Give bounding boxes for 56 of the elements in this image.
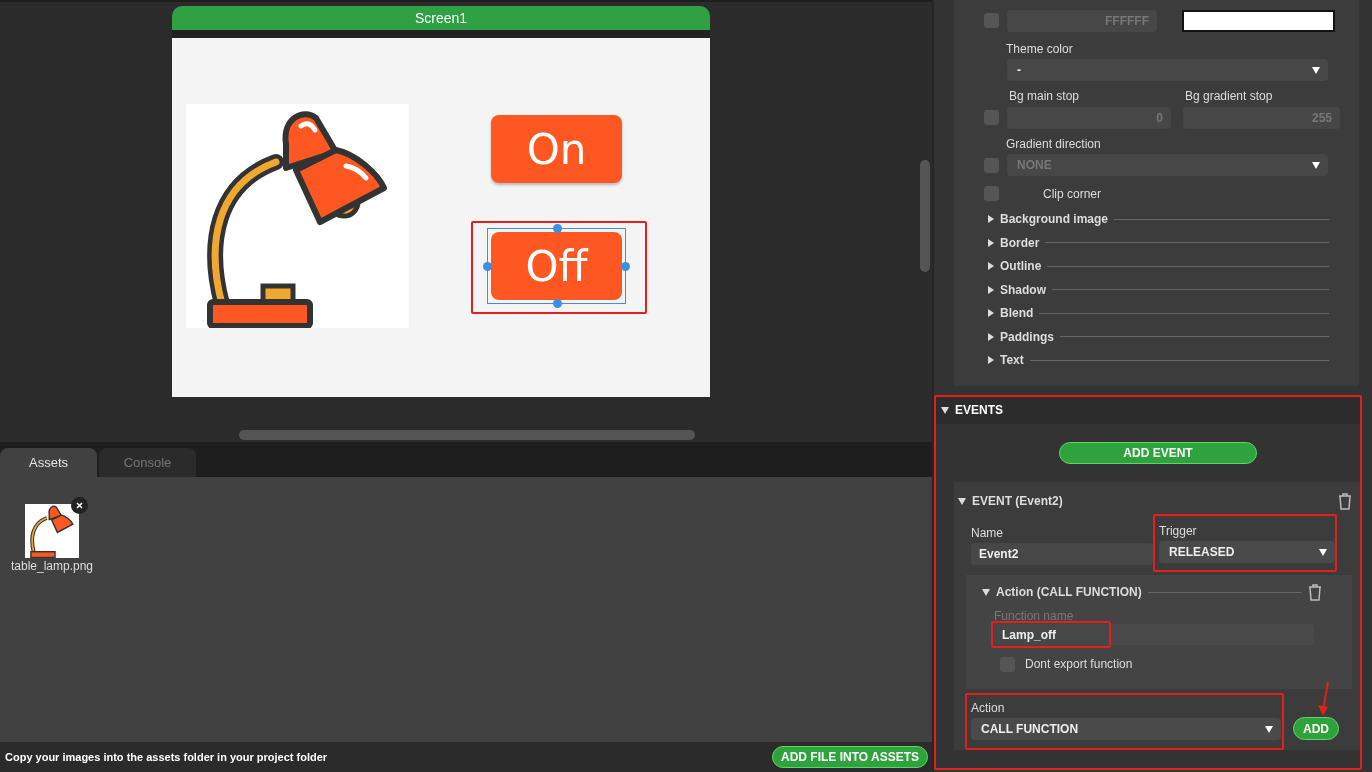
expand-icon[interactable] (982, 588, 990, 596)
checkbox[interactable] (984, 13, 999, 29)
expand-icon[interactable] (988, 309, 994, 318)
section-header[interactable]: Shadow (1000, 282, 1046, 297)
name-field[interactable]: Event2 (971, 543, 1153, 565)
screen-title: Screen1 (172, 6, 710, 30)
checkbox[interactable] (984, 157, 999, 173)
action-title: Action (CALL FUNCTION) (996, 585, 1142, 599)
section-header[interactable]: Text (1000, 353, 1024, 368)
checkbox-label: Clip corner (1043, 186, 1102, 201)
caret-icon (1312, 161, 1320, 169)
field-label: Theme color (1006, 42, 1073, 56)
section-header[interactable]: Border (1000, 235, 1040, 250)
scrollbar-thumb[interactable] (920, 160, 930, 272)
checkbox-label: Dont export function (1025, 657, 1133, 671)
lamp-drawing[interactable] (186, 104, 409, 328)
section-header[interactable]: Paddings (1000, 329, 1054, 344)
expand-icon[interactable] (988, 215, 994, 224)
caret-icon (1319, 548, 1327, 556)
trash-icon[interactable] (1308, 583, 1322, 601)
dropdown[interactable]: - (1007, 59, 1328, 81)
checkbox[interactable] (984, 110, 999, 126)
color-swatch[interactable] (1182, 9, 1335, 32)
section-header[interactable]: Outline (1000, 259, 1042, 274)
event-title: EVENT (Event2) (972, 494, 1063, 508)
expand-icon[interactable] (988, 262, 994, 271)
caret-icon (1312, 66, 1320, 74)
trash-icon[interactable] (1338, 492, 1352, 510)
asset-name: table_lamp.png (10, 560, 94, 573)
field-label: Bg main stop (1009, 88, 1080, 103)
scrollbar-thumb[interactable] (239, 430, 695, 440)
field-label: Trigger (1159, 524, 1198, 538)
selection-handle[interactable] (621, 262, 630, 271)
action-dropdown[interactable]: CALL FUNCTION (971, 718, 1281, 740)
checkbox[interactable] (984, 186, 999, 202)
field-label: Gradient direction (1006, 137, 1101, 152)
hint-text: Copy your images into the assets folder in your project folder (5, 751, 328, 763)
field-label: Name (971, 526, 1004, 540)
expand-icon[interactable] (958, 497, 966, 505)
selection-handle[interactable] (483, 262, 492, 271)
selection-handle[interactable] (552, 224, 562, 233)
close-icon[interactable] (71, 497, 88, 514)
section-header[interactable]: EVENTS (955, 403, 1003, 417)
expand-icon[interactable] (988, 356, 994, 365)
field-label: Action (971, 701, 1006, 715)
section-header[interactable]: Background image (1000, 212, 1109, 227)
section-header[interactable]: Blend (1000, 306, 1034, 321)
expand-icon[interactable] (988, 285, 994, 294)
expand-icon[interactable] (988, 332, 994, 341)
trigger-dropdown[interactable]: RELEASED (1159, 541, 1335, 563)
selection-handle[interactable] (552, 299, 562, 308)
panel-tab[interactable]: Assets (0, 448, 97, 477)
field-label: Bg gradient stop (1185, 88, 1273, 103)
expand-icon[interactable] (988, 238, 994, 247)
expand-icon[interactable] (941, 406, 949, 414)
caret-icon (1265, 725, 1273, 733)
